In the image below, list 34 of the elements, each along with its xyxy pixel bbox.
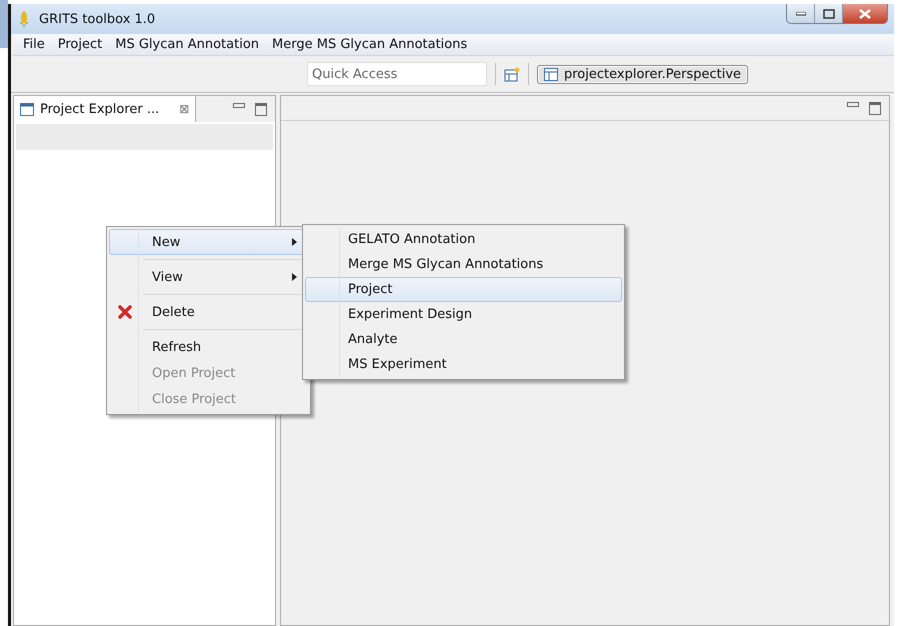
window-title: GRITS toolbox 1.0 <box>39 12 156 26</box>
desktop-edge <box>0 0 8 48</box>
menu-item[interactable]: Project <box>52 36 110 53</box>
menu-item[interactable]: Merge MS Glycan Annotations <box>305 252 622 277</box>
menu-item[interactable]: Project <box>305 277 622 302</box>
close-tab-button[interactable]: ⊠ <box>179 102 190 116</box>
maximize-button[interactable] <box>815 4 843 23</box>
minimize-button[interactable] <box>787 4 815 23</box>
app-icon <box>17 10 31 28</box>
view-tab[interactable]: Project Explorer ... ⊠ <box>14 96 196 122</box>
minimize-icon[interactable] <box>847 102 859 106</box>
submenu-arrow-icon <box>292 273 297 281</box>
maximize-icon[interactable] <box>255 102 267 116</box>
menu-item[interactable]: GELATO Annotation <box>305 227 622 252</box>
minimize-icon[interactable] <box>233 102 245 108</box>
close-button[interactable] <box>843 4 887 23</box>
menu-item[interactable]: Merge MS Glycan Annotations <box>266 36 474 53</box>
menu-item[interactable]: File <box>17 36 52 53</box>
perspective-icon <box>544 68 558 80</box>
close-icon <box>859 8 871 18</box>
quick-access-field[interactable]: Quick Access <box>307 62 487 86</box>
delete-icon <box>118 305 132 319</box>
minimize-icon <box>796 12 806 16</box>
perspective-button[interactable]: projectexplorer.Perspective <box>537 64 748 84</box>
tab-label: Project Explorer ... <box>40 102 160 116</box>
submenu-arrow-icon <box>292 238 297 246</box>
window-icon <box>20 102 34 116</box>
maximize-icon <box>822 8 834 18</box>
menu-item[interactable]: MS Glycan Annotation <box>109 36 266 53</box>
maximize-icon[interactable] <box>869 102 881 114</box>
menu-item[interactable]: MS Experiment <box>305 352 622 377</box>
menu-item[interactable]: Experiment Design <box>305 302 622 327</box>
open-perspective-icon[interactable] <box>504 66 520 82</box>
menu-item[interactable]: Analyte <box>305 327 622 352</box>
